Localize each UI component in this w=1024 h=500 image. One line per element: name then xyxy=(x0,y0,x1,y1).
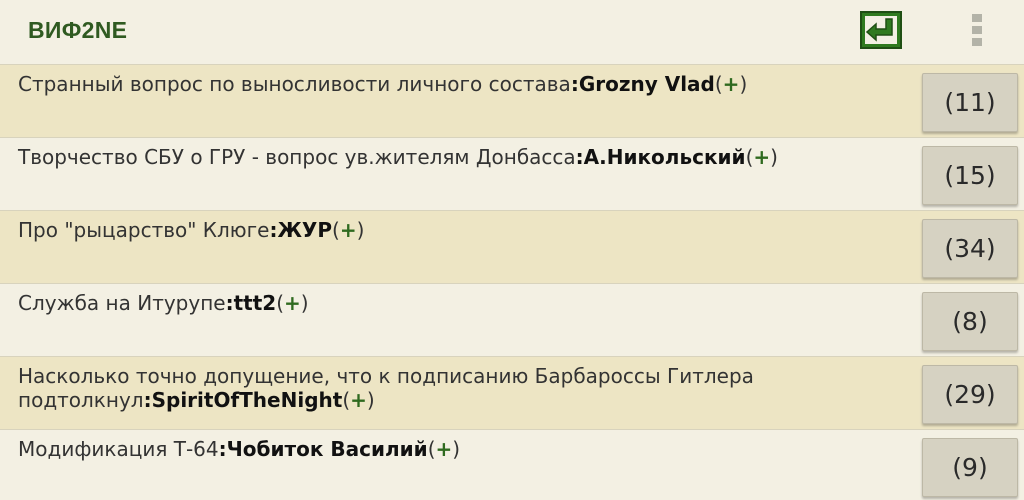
topic-row[interactable]: Про "рыцарство" Клюге:ЖУР(+) (34) xyxy=(0,210,1024,283)
topic-list: Странный вопрос по выносливости личного … xyxy=(0,64,1024,500)
plus-link[interactable]: + xyxy=(723,72,740,96)
topic-title: Творчество СБУ о ГРУ - вопрос ув.жителям… xyxy=(18,145,576,169)
topic-title: Странный вопрос по выносливости личного … xyxy=(18,72,571,96)
back-arrow-icon xyxy=(860,11,902,49)
overflow-menu-button[interactable] xyxy=(962,10,992,50)
reply-count-button[interactable]: (9) xyxy=(922,438,1018,497)
topic-row[interactable]: Служба на Итурупе:ttt2(+) (8) xyxy=(0,283,1024,356)
topic-separator: : xyxy=(575,145,584,169)
plus-link[interactable]: + xyxy=(350,388,367,412)
plus-link[interactable]: + xyxy=(340,218,357,242)
topic-title: Насколько точно допущение, что к подписа… xyxy=(18,364,754,412)
topic-author: SpiritOfTheNight xyxy=(151,388,343,412)
topic-separator: : xyxy=(570,72,579,96)
topic-author: ttt2 xyxy=(233,291,277,315)
topic-author: Grozny Vlad xyxy=(578,72,715,96)
topic-text: Творчество СБУ о ГРУ - вопрос ув.жителям… xyxy=(18,145,778,169)
topic-author: ЖУР xyxy=(277,218,332,242)
app-bar: ВИФ2NE xyxy=(0,0,1024,64)
app-title: ВИФ2NE xyxy=(28,17,128,43)
topic-separator: : xyxy=(225,291,234,315)
back-button[interactable] xyxy=(860,11,902,49)
reply-count-button[interactable]: (8) xyxy=(922,292,1018,351)
reply-count-button[interactable]: (15) xyxy=(922,146,1018,205)
reply-count-button[interactable]: (29) xyxy=(922,365,1018,424)
topic-title: Модификация Т-64 xyxy=(18,437,219,461)
topic-text: Про "рыцарство" Клюге:ЖУР(+) xyxy=(18,218,365,242)
topic-text: Насколько точно допущение, что к подписа… xyxy=(18,364,754,412)
topic-row[interactable]: Творчество СБУ о ГРУ - вопрос ув.жителям… xyxy=(0,137,1024,210)
topic-row[interactable]: Насколько точно допущение, что к подписа… xyxy=(0,356,1024,429)
topic-title: Служба на Итурупе xyxy=(18,291,226,315)
topic-separator: : xyxy=(218,437,227,461)
topic-author: А.Никольский xyxy=(583,145,746,169)
plus-link[interactable]: + xyxy=(284,291,301,315)
topic-separator: : xyxy=(143,388,152,412)
topic-row[interactable]: Модификация Т-64:Чобиток Василий(+) (9) xyxy=(0,429,1024,500)
reply-count-button[interactable]: (34) xyxy=(922,219,1018,278)
plus-link[interactable]: + xyxy=(753,145,770,169)
topic-title: Про "рыцарство" Клюге xyxy=(18,218,270,242)
plus-link[interactable]: + xyxy=(436,437,453,461)
topic-row[interactable]: Странный вопрос по выносливости личного … xyxy=(0,64,1024,137)
reply-count-button[interactable]: (11) xyxy=(922,73,1018,132)
overflow-menu-icon xyxy=(972,14,982,22)
topic-text: Странный вопрос по выносливости личного … xyxy=(18,72,748,96)
topic-text: Модификация Т-64:Чобиток Василий(+) xyxy=(18,437,461,461)
topic-text: Служба на Итурупе:ttt2(+) xyxy=(18,291,309,315)
topic-author: Чобиток Василий xyxy=(226,437,428,461)
